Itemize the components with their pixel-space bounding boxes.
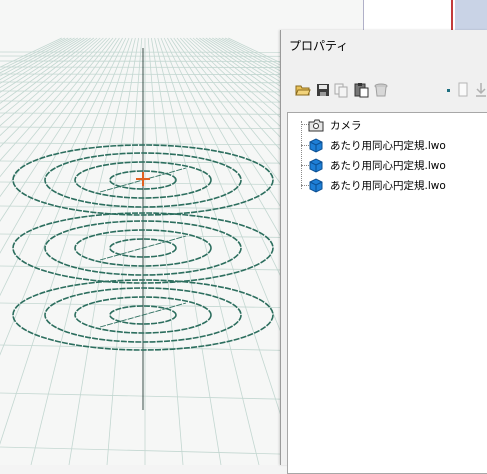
paste-icon[interactable] [353,82,369,98]
tree-item-label: あたり用同心円定規.lwo [330,138,446,153]
tree-item-label: カメラ [330,118,362,133]
tree-item-object[interactable]: あたり用同心円定規.lwo [308,156,446,174]
properties-toolbar [293,82,487,102]
scene-tree[interactable]: カメラ あたり用同心円定規.lwo あたり用同心円定規.lwo あたり用同心円定… [287,112,487,474]
save-icon[interactable] [315,82,331,98]
properties-panel: プロパティ [280,30,487,465]
camera-folder-icon [308,117,324,133]
delete-icon[interactable] [373,82,389,98]
panel-title: プロパティ [289,37,348,54]
tree-item-label: あたり用同心円定規.lwo [330,178,446,193]
tree-item-object[interactable]: あたり用同心円定規.lwo [308,176,446,194]
open-folder-icon[interactable] [295,82,311,98]
new-page-icon[interactable] [455,82,471,98]
cube-icon [308,137,324,153]
tree-item-label: あたり用同心円定規.lwo [330,158,446,173]
tree-item-object[interactable]: あたり用同心円定規.lwo [308,136,446,154]
tree-item-camera[interactable]: カメラ [308,116,362,134]
cube-icon [308,177,324,193]
copy-icon[interactable] [333,82,349,98]
cube-icon [308,157,324,173]
download-icon[interactable] [473,82,487,98]
background-window-strip [363,0,487,30]
